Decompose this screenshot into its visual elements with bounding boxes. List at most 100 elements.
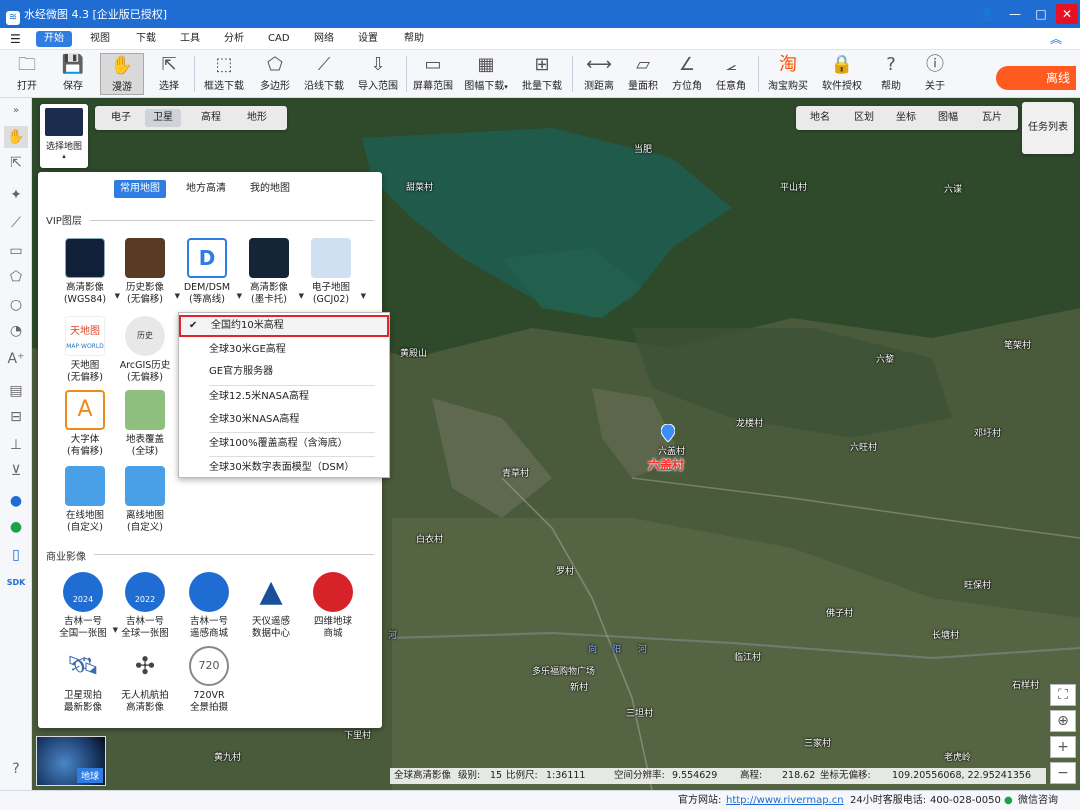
menu-download[interactable]: 下载 — [128, 31, 164, 47]
dropdown-item[interactable]: 全球30米数字表面模型（DSM） — [179, 457, 389, 479]
layer-tianyi[interactable]: ▲ 天仪遥感 数据中心 — [240, 572, 302, 640]
export-tool-icon[interactable]: ⊻ — [4, 460, 28, 482]
measure-area-button[interactable]: ▱ 量面积 — [618, 53, 668, 95]
layer-electronic-gcj02[interactable]: 电子地图 (GCJ02) ▼ — [300, 238, 366, 306]
layer-drone[interactable]: ✣ 无人机航拍 高清影像 — [114, 646, 176, 714]
menu-settings[interactable]: 设置 — [350, 31, 386, 47]
layer-big-font[interactable]: A 大字体 (有偏移) — [54, 390, 116, 458]
select-map-button[interactable]: 选择地图 ▴ — [40, 104, 88, 168]
pan-button[interactable]: ✋ 漫游 — [100, 53, 144, 95]
polyline-tool-icon[interactable]: ⟋ — [4, 212, 28, 234]
sheet-download-button[interactable]: ▦ 图幅下载▾ — [460, 53, 512, 95]
rectangle-tool-icon[interactable]: ▭ — [4, 240, 28, 262]
save-button[interactable]: 💾 保存 — [48, 53, 98, 95]
license-button[interactable]: 🔒 软件授权 — [816, 53, 868, 95]
tab-coordinates[interactable]: 坐标 — [888, 109, 924, 127]
website-link[interactable]: http://www.rivermap.cn — [726, 791, 844, 810]
azimuth-button[interactable]: ∠ 方位角 — [662, 53, 712, 95]
line-download-button[interactable]: ⟋ 沿线下载 — [298, 53, 350, 95]
chevron-down-icon[interactable]: ▼ — [361, 290, 366, 302]
layer-tianditu[interactable]: 天地图 MAP WORLD 天地图 (无偏移) — [54, 316, 116, 384]
tab-sheets[interactable]: 图幅 — [930, 109, 966, 127]
dropdown-item[interactable]: 全球30米NASA高程 — [179, 409, 389, 431]
polygon-button[interactable]: ⬠ 多边形 — [250, 53, 300, 95]
globe-view-button[interactable]: 地球 — [36, 736, 106, 786]
layer-tool-icon[interactable]: ⊟ — [4, 406, 28, 428]
import-tool-icon[interactable]: ⊥ — [4, 434, 28, 456]
link-tool-icon[interactable]: ● — [4, 516, 28, 538]
help-circle-icon[interactable]: ? — [4, 758, 28, 780]
layer-land-cover[interactable]: 地表覆盖 (全球) — [114, 390, 176, 458]
minimize-button[interactable]: — — [1004, 4, 1026, 24]
sdk-icon[interactable]: SDK — [4, 572, 28, 594]
polygon-tool-icon[interactable]: ⬠ — [4, 266, 28, 288]
select-tool-icon[interactable]: ⇱ — [4, 152, 28, 174]
open-button[interactable]: 🗀 打开 — [2, 53, 52, 95]
tab-elevation[interactable]: 高程 — [193, 109, 229, 127]
layer-online-custom[interactable]: 在线地图 (自定义) — [54, 466, 116, 534]
expand-icon[interactable]: » — [4, 100, 28, 122]
menu-analysis[interactable]: 分析 — [216, 31, 252, 47]
layer-siwei[interactable]: 四维地球 商城 — [302, 572, 364, 640]
globe-tool-icon[interactable]: ● — [4, 490, 28, 512]
layer-dem-dsm[interactable]: D DEM/DSM (等高线) ▼ — [176, 238, 242, 306]
screen-range-button[interactable]: ▭ 屏幕范围 — [408, 53, 458, 95]
measure-tool-icon[interactable]: ▤ — [4, 380, 28, 402]
tab-tiles[interactable]: 瓦片 — [974, 109, 1010, 127]
any-angle-button[interactable]: ⦟ 任意角 — [706, 53, 756, 95]
dropdown-item[interactable]: ✔ 全国约10米高程 — [179, 315, 389, 337]
menu-view[interactable]: 视图 — [82, 31, 118, 47]
menu-cad[interactable]: CAD — [260, 31, 298, 47]
hamburger-icon[interactable]: ☰ — [6, 31, 25, 47]
dropdown-item[interactable]: GE官方服务器 — [179, 361, 389, 383]
tab-common-maps[interactable]: 常用地图 — [114, 180, 166, 198]
dropdown-item[interactable]: 全球30米GE高程 — [179, 339, 389, 361]
offline-promo-banner[interactable]: 离线 — [996, 66, 1076, 90]
task-list-button[interactable]: 任务列表 — [1022, 102, 1074, 154]
user-icon[interactable]: 👤 — [976, 4, 998, 24]
tab-terrain[interactable]: 地形 — [239, 109, 275, 127]
layer-hd-mercator[interactable]: 高清影像 (墨卡托) ▼ — [238, 238, 304, 306]
dropdown-item[interactable]: 全球12.5米NASA高程 — [179, 386, 389, 408]
layer-jilin1-store[interactable]: 吉林一号 遥感商城 — [178, 572, 240, 640]
layer-hd-wgs84[interactable]: 高清影像 (WGS84) ▼ — [54, 238, 120, 306]
about-button[interactable]: ⓘ 关于 — [910, 53, 960, 95]
phone-tool-icon[interactable]: ▯ — [4, 544, 28, 566]
dropdown-item[interactable]: 全球100%覆盖高程（含海底） — [179, 433, 389, 455]
tab-districts[interactable]: 区划 — [846, 109, 882, 127]
tab-electronic[interactable]: 电子 — [103, 109, 139, 127]
taobao-button[interactable]: 淘淘宝购买 — [762, 53, 814, 95]
sector-tool-icon[interactable]: ◔ — [4, 320, 28, 342]
locate-icon[interactable]: ⊕ — [1050, 710, 1076, 732]
close-button[interactable]: ✕ — [1056, 4, 1078, 24]
pan-tool-icon[interactable]: ✋ — [4, 126, 28, 148]
layer-720vr[interactable]: 720 720VR 全景拍摄 — [178, 646, 240, 714]
tab-satellite[interactable]: 卫星 — [145, 109, 181, 127]
zoom-in-button[interactable]: + — [1050, 736, 1076, 758]
import-range-button[interactable]: ⇩ 导入范围 — [352, 53, 404, 95]
tab-my-maps[interactable]: 我的地图 — [244, 180, 296, 198]
measure-distance-button[interactable]: ⟷ 测距离 — [574, 53, 624, 95]
tab-place-names[interactable]: 地名 — [802, 109, 838, 127]
layer-jilin1-global[interactable]: 2022 吉林一号 全球一张图 — [114, 572, 176, 640]
circle-tool-icon[interactable]: ○ — [4, 294, 28, 316]
zoom-out-button[interactable]: − — [1050, 762, 1076, 784]
location-pin-icon[interactable] — [660, 423, 676, 443]
menu-start[interactable]: 开始 — [36, 31, 72, 47]
rect-download-button[interactable]: ⬚ 框选下载 — [198, 53, 250, 95]
layer-history[interactable]: 历史影像 (无偏移) ▼ — [114, 238, 180, 306]
wechat-consult-link[interactable]: 微信咨询 — [1018, 791, 1058, 810]
layer-jilin1-national[interactable]: 2024 吉林一号 全国一张图 ▼ — [52, 572, 118, 640]
menu-network[interactable]: 网络 — [306, 31, 342, 47]
marker-tool-icon[interactable]: ✦ — [4, 184, 28, 206]
menu-tools[interactable]: 工具 — [172, 31, 208, 47]
tab-local-hd[interactable]: 地方高清 — [180, 180, 232, 198]
layer-satellite-shoot[interactable]: 🛰 卫星现拍 最新影像 — [52, 646, 114, 714]
maximize-button[interactable]: □ — [1030, 4, 1052, 24]
text-tool-icon[interactable]: A⁺ — [4, 348, 28, 370]
layer-arcgis-history[interactable]: 历史 ArcGIS历史 (无偏移) — [114, 316, 176, 384]
menu-help[interactable]: 帮助 — [396, 31, 432, 47]
select-button[interactable]: ⇱ 选择 — [144, 53, 194, 95]
fullscreen-icon[interactable]: ⛶ — [1050, 684, 1076, 706]
layer-offline-custom[interactable]: 离线地图 (自定义) — [114, 466, 176, 534]
